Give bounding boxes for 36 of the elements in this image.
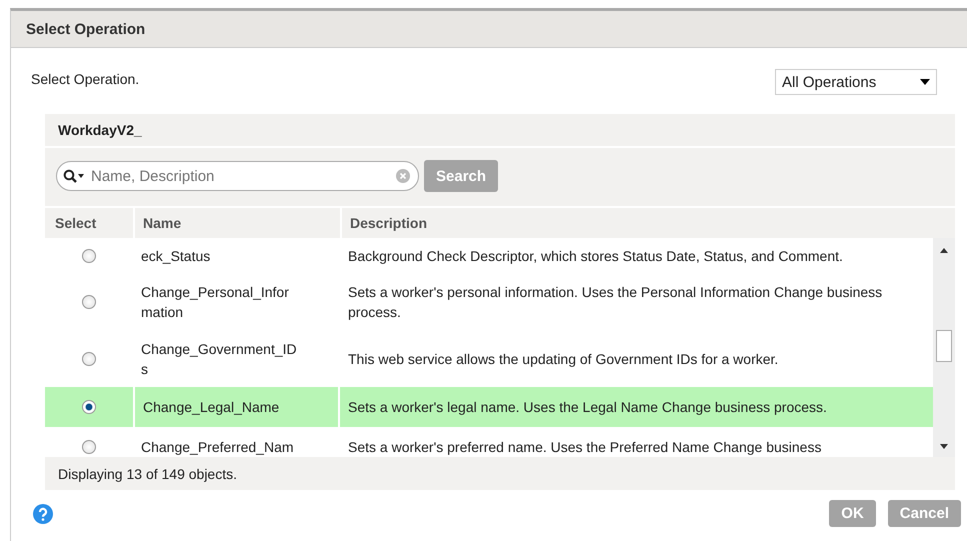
table-cell-text: Sets a worker's legal name. Uses the Legal Name Change business process. <box>348 398 827 417</box>
search-field[interactable]: Name, Description <box>56 161 419 191</box>
radio-button[interactable] <box>82 400 96 414</box>
clear-icon[interactable] <box>396 169 410 183</box>
table-cell-text: Change_Government_ID s <box>141 340 298 378</box>
radio-button[interactable] <box>82 248 96 262</box>
help-icon[interactable] <box>33 504 53 524</box>
scrollbar[interactable] <box>933 238 955 457</box>
table-cell-text: Background Check Descriptor, which stores Status Date, Status, and Comment. <box>348 246 843 266</box>
table-row[interactable]: Change_Personal_Infor mation Sets a worker's personal information. Uses the Personal Information Change business process. <box>45 273 933 330</box>
up-arrow-icon[interactable] <box>940 248 948 253</box>
table-cell-text: eck_Status <box>141 246 210 266</box>
table-row[interactable]: Change_Government_ID s This web service allows the updating of Government IDs for a worker. <box>45 330 933 387</box>
selected-row[interactable]: Change_Legal_Name Sets a worker's legal name. Uses the Legal Name Change business process. <box>45 387 933 427</box>
radio-button[interactable] <box>82 440 96 454</box>
scroll-thumb[interactable] <box>936 330 952 362</box>
status-text: Displaying 13 of 149 objects. <box>58 466 237 482</box>
table-cell-text: Change_Preferred_Nam <box>141 438 294 457</box>
operations-dropdown[interactable]: All Operations <box>775 69 937 95</box>
radio-button[interactable] <box>82 352 96 366</box>
table-row[interactable]: Change_Preferred_Nam Sets a worker's preferred name. Uses the Preferred Name Change business <box>45 427 933 457</box>
table-cell-text: Sets a worker's personal information. Uses the Personal Information Change business process. <box>348 282 883 322</box>
table-cell-text: Change_Legal_Name <box>143 398 280 417</box>
panel-title: WorkdayV2_ <box>58 122 142 138</box>
table-cell-text: This web service allows the updating of Government IDs for a worker. <box>348 350 778 368</box>
search-icon <box>63 169 85 183</box>
search-field[interactable]: Name, Description <box>89 166 392 186</box>
caret-icon <box>920 79 930 85</box>
window-title: Select Operation <box>26 20 146 38</box>
radio-button[interactable] <box>82 294 96 308</box>
prompt-text: Select Operation. <box>31 71 140 87</box>
down-arrow-icon[interactable] <box>940 444 948 449</box>
table-cell-text: Sets a worker's preferred name. Uses the Preferred Name Change business <box>348 438 822 457</box>
column-header: Select <box>54 214 98 233</box>
table-cell-text: Change_Personal_Infor mation <box>141 282 290 322</box>
table-row[interactable]: eck_Status Background Check Descriptor, which stores Status Date, Status, and Comment. <box>45 238 933 273</box>
